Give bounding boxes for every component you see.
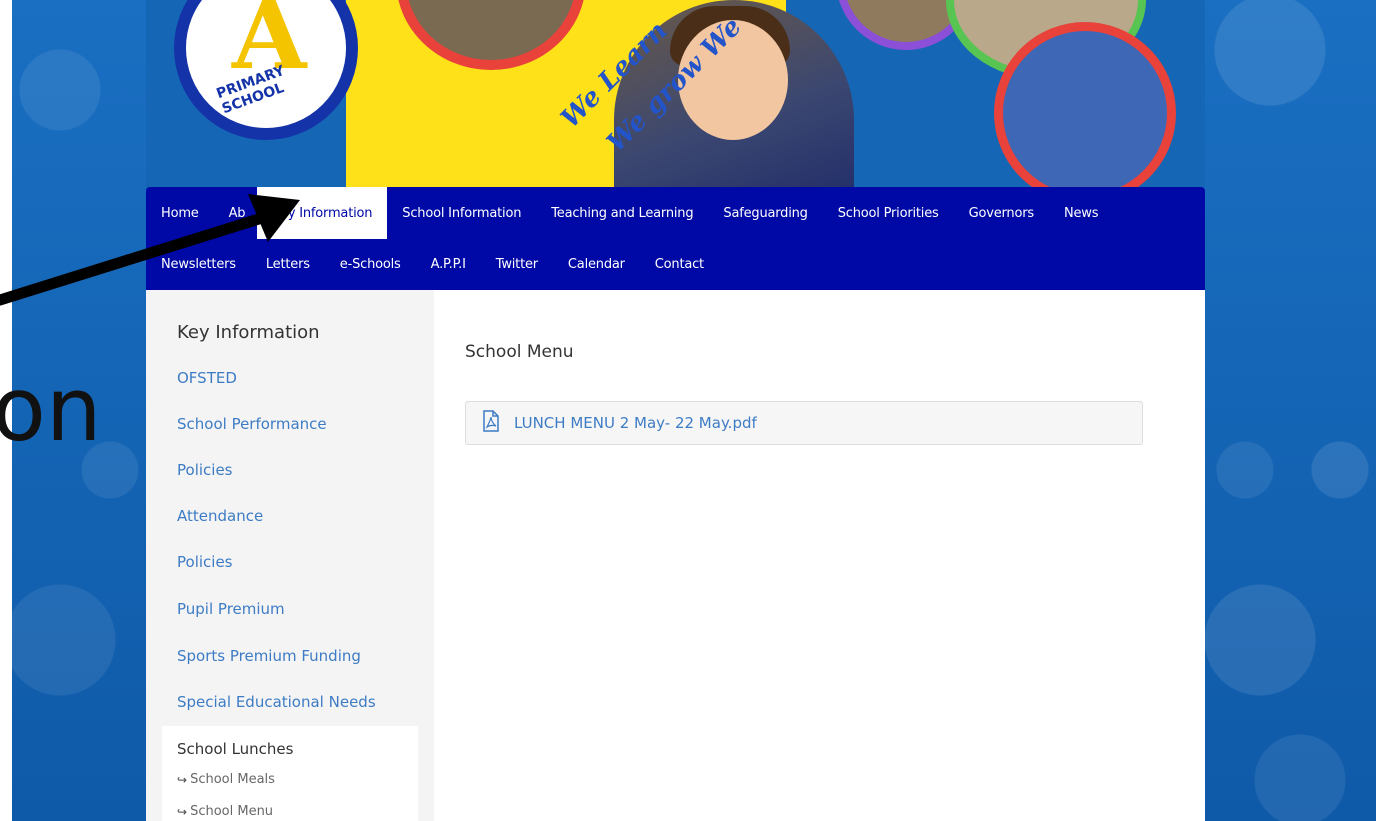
nav-item-governors[interactable]: Governors [954, 187, 1049, 239]
nav-item-letters[interactable]: Letters [251, 239, 325, 290]
school-logo[interactable]: A PRIMARY SCHOOL [174, 0, 358, 140]
sidebar: Key Information OFSTED School Performanc… [146, 290, 434, 821]
nav-item-safeguarding[interactable]: Safeguarding [708, 187, 822, 239]
sidebar-title: Key Information [177, 322, 320, 343]
nav-item-teaching-and-learning[interactable]: Teaching and Learning [536, 187, 708, 239]
sidebar-active-label[interactable]: School Lunches [177, 740, 293, 758]
nav-item-contact[interactable]: Contact [640, 239, 719, 290]
sidebar-link-sports-premium-funding[interactable]: Sports Premium Funding [177, 647, 361, 665]
file-name: LUNCH MENU 2 May- 22 May.pdf [514, 414, 757, 432]
nav-item-appi[interactable]: A.P.P.I [416, 239, 481, 290]
sidebar-subitem-label: School Menu [190, 804, 274, 819]
sidebar-link-policies-2[interactable]: Policies [177, 553, 232, 571]
sidebar-link-policies[interactable]: Policies [177, 461, 232, 479]
pdf-file-icon [482, 410, 500, 436]
subitem-arrow-icon: ↪ [177, 804, 188, 819]
annotation-cut-text: on [0, 358, 102, 461]
content-area: Key Information OFSTED School Performanc… [146, 290, 1205, 821]
sidebar-link-ofsted[interactable]: OFSTED [177, 369, 237, 387]
nav-item-calendar[interactable]: Calendar [553, 239, 640, 290]
nav-item-school-information[interactable]: School Information [387, 187, 536, 239]
sidebar-link-school-performance[interactable]: School Performance [177, 415, 327, 433]
nav-item-home[interactable]: Home [146, 187, 214, 239]
sidebar-link-pupil-premium[interactable]: Pupil Premium [177, 600, 285, 618]
sidebar-subitem-school-meals[interactable]: ↪ School Meals [177, 772, 275, 787]
banner-photo-ring-red-right [994, 22, 1176, 188]
header-banner: We Learn We grow We A PRIMARY SCHOOL [146, 0, 1205, 188]
sidebar-link-special-educational-needs[interactable]: Special Educational Needs [177, 693, 376, 711]
main-navigation: Home Ab Key Information School Informati… [146, 187, 1205, 290]
sidebar-active-section: School Lunches ↪ School Meals ↪ School M… [162, 726, 418, 821]
nav-item-e-schools[interactable]: e-Schools [325, 239, 416, 290]
page-title: School Menu [465, 342, 574, 362]
file-download-link[interactable]: LUNCH MENU 2 May- 22 May.pdf [465, 401, 1143, 445]
nav-row-2: Newsletters Letters e-Schools A.P.P.I Tw… [146, 239, 719, 290]
nav-row-1: Home Ab Key Information School Informati… [146, 187, 1113, 239]
nav-item-about[interactable]: Ab [214, 187, 258, 239]
sidebar-subitem-school-menu[interactable]: ↪ School Menu [177, 804, 273, 819]
nav-item-key-information[interactable]: Key Information [257, 187, 388, 239]
sidebar-link-attendance[interactable]: Attendance [177, 507, 263, 525]
nav-item-news[interactable]: News [1049, 187, 1113, 239]
nav-item-twitter[interactable]: Twitter [481, 239, 553, 290]
sidebar-subitem-label: School Meals [190, 772, 275, 787]
nav-item-newsletters[interactable]: Newsletters [146, 239, 251, 290]
subitem-arrow-icon: ↪ [177, 772, 188, 787]
nav-item-school-priorities[interactable]: School Priorities [823, 187, 954, 239]
